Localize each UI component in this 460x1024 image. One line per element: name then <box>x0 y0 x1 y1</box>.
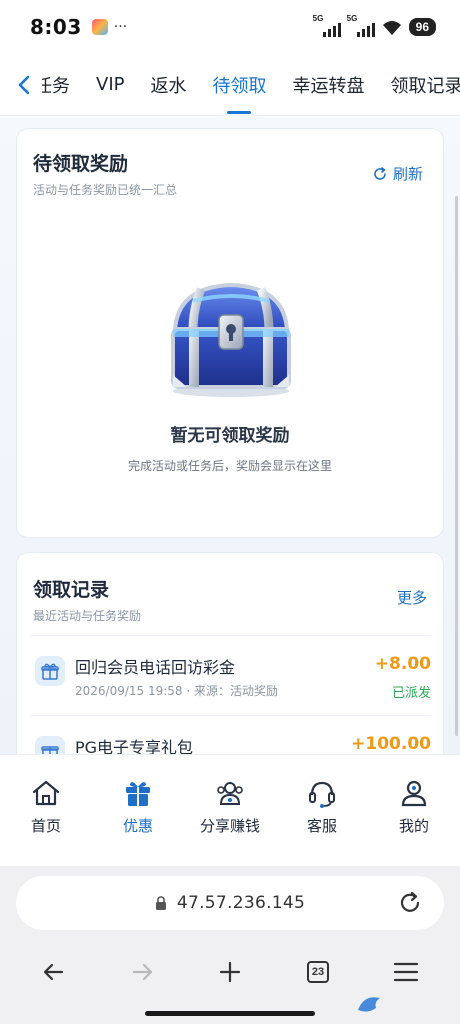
wifi-icon <box>382 21 401 35</box>
plus-icon <box>219 961 241 983</box>
browser-chrome: 47.57.236.145 23 <box>0 866 460 1024</box>
url-bar[interactable]: 47.57.236.145 <box>16 876 444 930</box>
pending-rewards-card: 待领取奖励 活动与任务奖励已统一汇总 刷新 暂无可领取奖励 完成活动或任务后，奖… <box>16 128 444 538</box>
record-amount: +8.00 <box>374 654 431 674</box>
battery-icon: 96 <box>408 18 436 36</box>
lock-icon <box>155 896 166 910</box>
category-tab-bar: 任务 VIP 返水 待领取 幸运转盘 领取记录 <box>0 54 460 116</box>
empty-state-description: 完成活动或任务后，奖励会显示在这里 <box>127 459 332 473</box>
records-subtitle: 最近活动与任务奖励 <box>33 609 142 623</box>
new-tab-button[interactable] <box>208 952 252 992</box>
arrow-right-icon <box>132 963 153 981</box>
url-text: 47.57.236.145 <box>176 893 306 913</box>
empty-state-title: 暂无可领取奖励 <box>170 426 290 446</box>
dragon-logo-icon <box>358 997 380 1012</box>
signal-label-2: 5G <box>346 14 358 23</box>
share-people-icon <box>217 782 243 805</box>
refresh-button[interactable]: 刷新 <box>373 163 423 184</box>
record-status: 已派发 <box>391 686 431 701</box>
gift-icon <box>35 656 65 686</box>
nav-item-share[interactable]: 分享赚钱 <box>184 755 276 866</box>
user-icon <box>401 780 427 807</box>
record-name: 回归会员电话回访彩金 <box>75 658 236 677</box>
nav-label-home: 首页 <box>30 817 61 835</box>
nav-item-promotions[interactable]: 优惠 <box>92 755 184 866</box>
tab-pending[interactable]: 待领取 <box>212 54 266 115</box>
records-title: 领取记录 <box>33 579 110 601</box>
browser-forward-button[interactable] <box>120 952 164 992</box>
main-content[interactable]: 待领取奖励 活动与任务奖励已统一汇总 刷新 暂无可领取奖励 完成活动或任务后，奖… <box>0 116 460 754</box>
gift-icon <box>35 736 65 754</box>
nav-item-support[interactable]: 客服 <box>276 755 368 866</box>
pending-title: 待领取奖励 <box>33 153 129 175</box>
browser-back-button[interactable] <box>32 952 76 992</box>
tab-vip[interactable]: VIP <box>96 54 124 115</box>
record-row[interactable]: 回归会员电话回访彩金 2026/09/15 19:58 · 来源：活动奖励 +8… <box>31 635 431 715</box>
gift-icon <box>126 782 150 806</box>
signal-icon-1: 5G <box>312 14 341 37</box>
app-notification-icon <box>91 19 108 35</box>
claim-records-card: 领取记录 最近活动与任务奖励 更多 回归会员电话回访彩金 2026/09/15 … <box>16 552 444 754</box>
signal-label-1: 5G <box>312 14 324 23</box>
record-row[interactable]: PG电子专享礼包 +100.00 <box>31 715 431 754</box>
tabs: 任务 VIP 返水 待领取 幸运转盘 领取记录 <box>42 54 460 115</box>
record-name: PG电子专享礼包 <box>75 738 194 754</box>
signal-icon-2: 5G <box>346 14 375 37</box>
bottom-nav: 首页 优惠 分享赚钱 客服 我的 <box>0 754 460 866</box>
refresh-icon <box>374 166 386 180</box>
headset-icon <box>309 781 335 808</box>
status-indicators: 5G 5G 96 <box>312 14 436 37</box>
status-more-dots: ··· <box>113 19 128 35</box>
status-bar: 8:03 ··· 5G 5G 96 <box>0 0 460 54</box>
tab-lucky-wheel[interactable]: 幸运转盘 <box>292 54 364 115</box>
arrow-left-icon <box>43 963 64 981</box>
home-indicator <box>145 1011 315 1016</box>
chevron-left-icon <box>18 75 30 94</box>
browser-menu-button[interactable] <box>384 952 428 992</box>
nav-item-home[interactable]: 首页 <box>0 755 92 866</box>
record-meta: 2026/09/15 19:58 · 来源：活动奖励 <box>75 684 279 698</box>
nav-item-mine[interactable]: 我的 <box>368 755 460 866</box>
watermark-logo <box>354 988 454 1018</box>
nav-label-support: 客服 <box>306 817 337 835</box>
home-icon <box>32 780 60 806</box>
more-link[interactable]: 更多 <box>397 587 427 608</box>
nav-label-mine: 我的 <box>398 817 429 835</box>
menu-icon <box>393 962 419 982</box>
nav-label-promotions: 优惠 <box>122 817 153 835</box>
back-button[interactable] <box>0 54 48 115</box>
nav-label-share: 分享赚钱 <box>199 817 260 835</box>
tab-claim-records[interactable]: 领取记录 <box>390 54 460 115</box>
browser-nav: 23 <box>0 952 460 992</box>
tab-rebate[interactable]: 返水 <box>150 54 186 115</box>
scrollbar[interactable] <box>455 196 458 736</box>
pending-subtitle: 活动与任务奖励已统一汇总 <box>33 183 178 197</box>
refresh-label: 刷新 <box>392 165 423 183</box>
tab-count: 23 <box>307 961 329 983</box>
tab-switcher-button[interactable]: 23 <box>296 952 340 992</box>
reload-button[interactable] <box>396 889 424 917</box>
record-amount: +100.00 <box>351 734 431 754</box>
status-time: 8:03 <box>30 15 82 39</box>
treasure-chest-icon <box>171 282 291 397</box>
